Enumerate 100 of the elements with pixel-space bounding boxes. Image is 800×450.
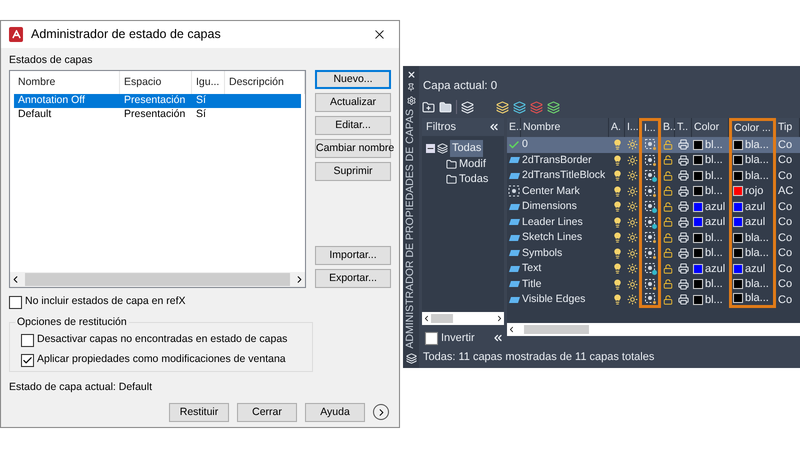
color-swatch[interactable]: [693, 155, 703, 166]
dialog-button[interactable]: Exportar...: [315, 269, 391, 288]
horizontal-scrollbar[interactable]: [10, 272, 305, 287]
color-swatch[interactable]: [693, 140, 703, 150]
layer-row[interactable]: Symbols bl... bla... Co: [507, 246, 800, 262]
lightbulb-icon[interactable]: [612, 263, 622, 274]
viewport-freeze-icon[interactable]: [644, 200, 656, 214]
sun-icon[interactable]: [626, 216, 638, 228]
sun-icon[interactable]: [626, 139, 638, 150]
scroll-left-icon[interactable]: [422, 314, 431, 324]
lightbulb-icon[interactable]: [612, 232, 622, 244]
printer-icon[interactable]: [678, 186, 689, 197]
tree-item[interactable]: Todas: [459, 170, 488, 188]
lightbulb-icon[interactable]: [612, 278, 622, 290]
color-swatch[interactable]: [693, 279, 703, 290]
dialog-button[interactable]: Suprimir: [315, 162, 391, 181]
scroll-right-icon[interactable]: [495, 314, 504, 324]
printer-icon[interactable]: [678, 216, 689, 228]
layer-row[interactable]: Leader Lines azul azul Co: [507, 214, 800, 230]
collapse-node-icon[interactable]: [426, 144, 435, 153]
color-swatch[interactable]: [733, 202, 743, 212]
unlocked-icon[interactable]: [663, 217, 673, 228]
checkbox[interactable]: [9, 296, 22, 308]
unlocked-icon[interactable]: [663, 186, 673, 196]
viewport-freeze-icon[interactable]: [644, 169, 656, 182]
unlocked-icon[interactable]: [663, 140, 673, 150]
layer-row[interactable]: Text azul azul Co: [507, 261, 800, 277]
layer-row[interactable]: Visible Edges bl... bla... Co: [507, 292, 800, 308]
new-filter-icon[interactable]: [422, 100, 435, 114]
unlocked-icon[interactable]: [663, 294, 673, 305]
layer-row[interactable]: 0 bl... bla... Co: [507, 137, 800, 153]
lightbulb-icon[interactable]: [612, 201, 622, 212]
layer-states-icon[interactable]: [461, 100, 474, 114]
scroll-thumb[interactable]: [431, 314, 453, 324]
color-swatch[interactable]: [733, 217, 743, 228]
checkbox[interactable]: [21, 354, 34, 366]
sun-icon[interactable]: [626, 263, 638, 274]
color-swatch[interactable]: [733, 155, 743, 166]
tree-item[interactable]: Modif: [459, 156, 486, 172]
color-swatch[interactable]: [733, 264, 743, 274]
list-row[interactable]: Annotation Off Presentación Sí: [14, 94, 301, 108]
lightbulb-icon[interactable]: [612, 170, 622, 182]
color-swatch[interactable]: [733, 232, 743, 243]
printer-icon[interactable]: [678, 154, 689, 166]
settings-icon[interactable]: [406, 96, 416, 106]
lightbulb-icon[interactable]: [612, 248, 622, 259]
sun-icon[interactable]: [626, 294, 638, 306]
unlocked-icon[interactable]: [663, 202, 673, 212]
pin-icon[interactable]: [406, 83, 416, 92]
scroll-thumb[interactable]: [25, 273, 290, 286]
color-swatch[interactable]: [733, 293, 743, 304]
unlocked-icon[interactable]: [663, 264, 673, 274]
lightbulb-icon[interactable]: [612, 154, 622, 166]
dialog-button[interactable]: Ayuda: [305, 402, 365, 422]
lightbulb-icon[interactable]: [612, 186, 622, 197]
folder-icon[interactable]: [439, 100, 452, 114]
layer-row[interactable]: Dimensions azul azul Co: [507, 199, 800, 215]
printer-icon[interactable]: [678, 170, 689, 182]
viewport-freeze-icon[interactable]: [644, 184, 656, 198]
horizontal-scrollbar[interactable]: [422, 312, 504, 326]
list-row[interactable]: Default Presentación Sí: [14, 108, 301, 122]
color-swatch[interactable]: [693, 248, 703, 258]
printer-icon[interactable]: [678, 139, 689, 150]
dialog-button[interactable]: Editar...: [315, 116, 391, 135]
sun-icon[interactable]: [626, 248, 638, 259]
sun-icon[interactable]: [626, 278, 638, 290]
checkbox[interactable]: [425, 332, 438, 345]
dialog-button[interactable]: Restituir: [169, 402, 229, 422]
dialog-button[interactable]: Importar...: [315, 246, 391, 265]
color-swatch[interactable]: [733, 248, 743, 258]
color-swatch[interactable]: [733, 170, 743, 181]
expand-button[interactable]: [373, 404, 389, 420]
printer-icon[interactable]: [678, 201, 689, 212]
viewport-freeze-icon[interactable]: [644, 216, 656, 229]
checkbox[interactable]: [21, 334, 34, 346]
viewport-freeze-icon[interactable]: [644, 278, 656, 291]
dialog-button[interactable]: Nuevo...: [315, 70, 391, 89]
printer-icon[interactable]: [678, 294, 689, 306]
close-icon[interactable]: [406, 70, 416, 80]
color-swatch[interactable]: [693, 170, 703, 181]
layer-row[interactable]: Title bl... bla... Co: [507, 276, 800, 292]
color-swatch[interactable]: [693, 186, 703, 196]
unlocked-icon[interactable]: [663, 248, 673, 258]
dialog-button[interactable]: Cerrar: [237, 402, 297, 422]
printer-icon[interactable]: [678, 263, 689, 274]
sun-icon[interactable]: [626, 186, 638, 197]
sun-icon[interactable]: [626, 232, 638, 244]
lightbulb-icon[interactable]: [612, 294, 622, 306]
viewport-freeze-icon[interactable]: [644, 262, 656, 276]
color-swatch[interactable]: [733, 186, 743, 196]
layers-icon[interactable]: [404, 352, 418, 364]
sun-icon[interactable]: [626, 170, 638, 182]
printer-icon[interactable]: [678, 248, 689, 259]
color-swatch[interactable]: [693, 294, 703, 305]
unlocked-icon[interactable]: [663, 170, 673, 181]
scroll-left-icon[interactable]: [507, 325, 516, 334]
sun-icon[interactable]: [626, 201, 638, 212]
viewport-freeze-icon[interactable]: [644, 154, 656, 167]
tree-item[interactable]: Todas: [450, 140, 484, 157]
scroll-thumb[interactable]: [524, 325, 589, 334]
